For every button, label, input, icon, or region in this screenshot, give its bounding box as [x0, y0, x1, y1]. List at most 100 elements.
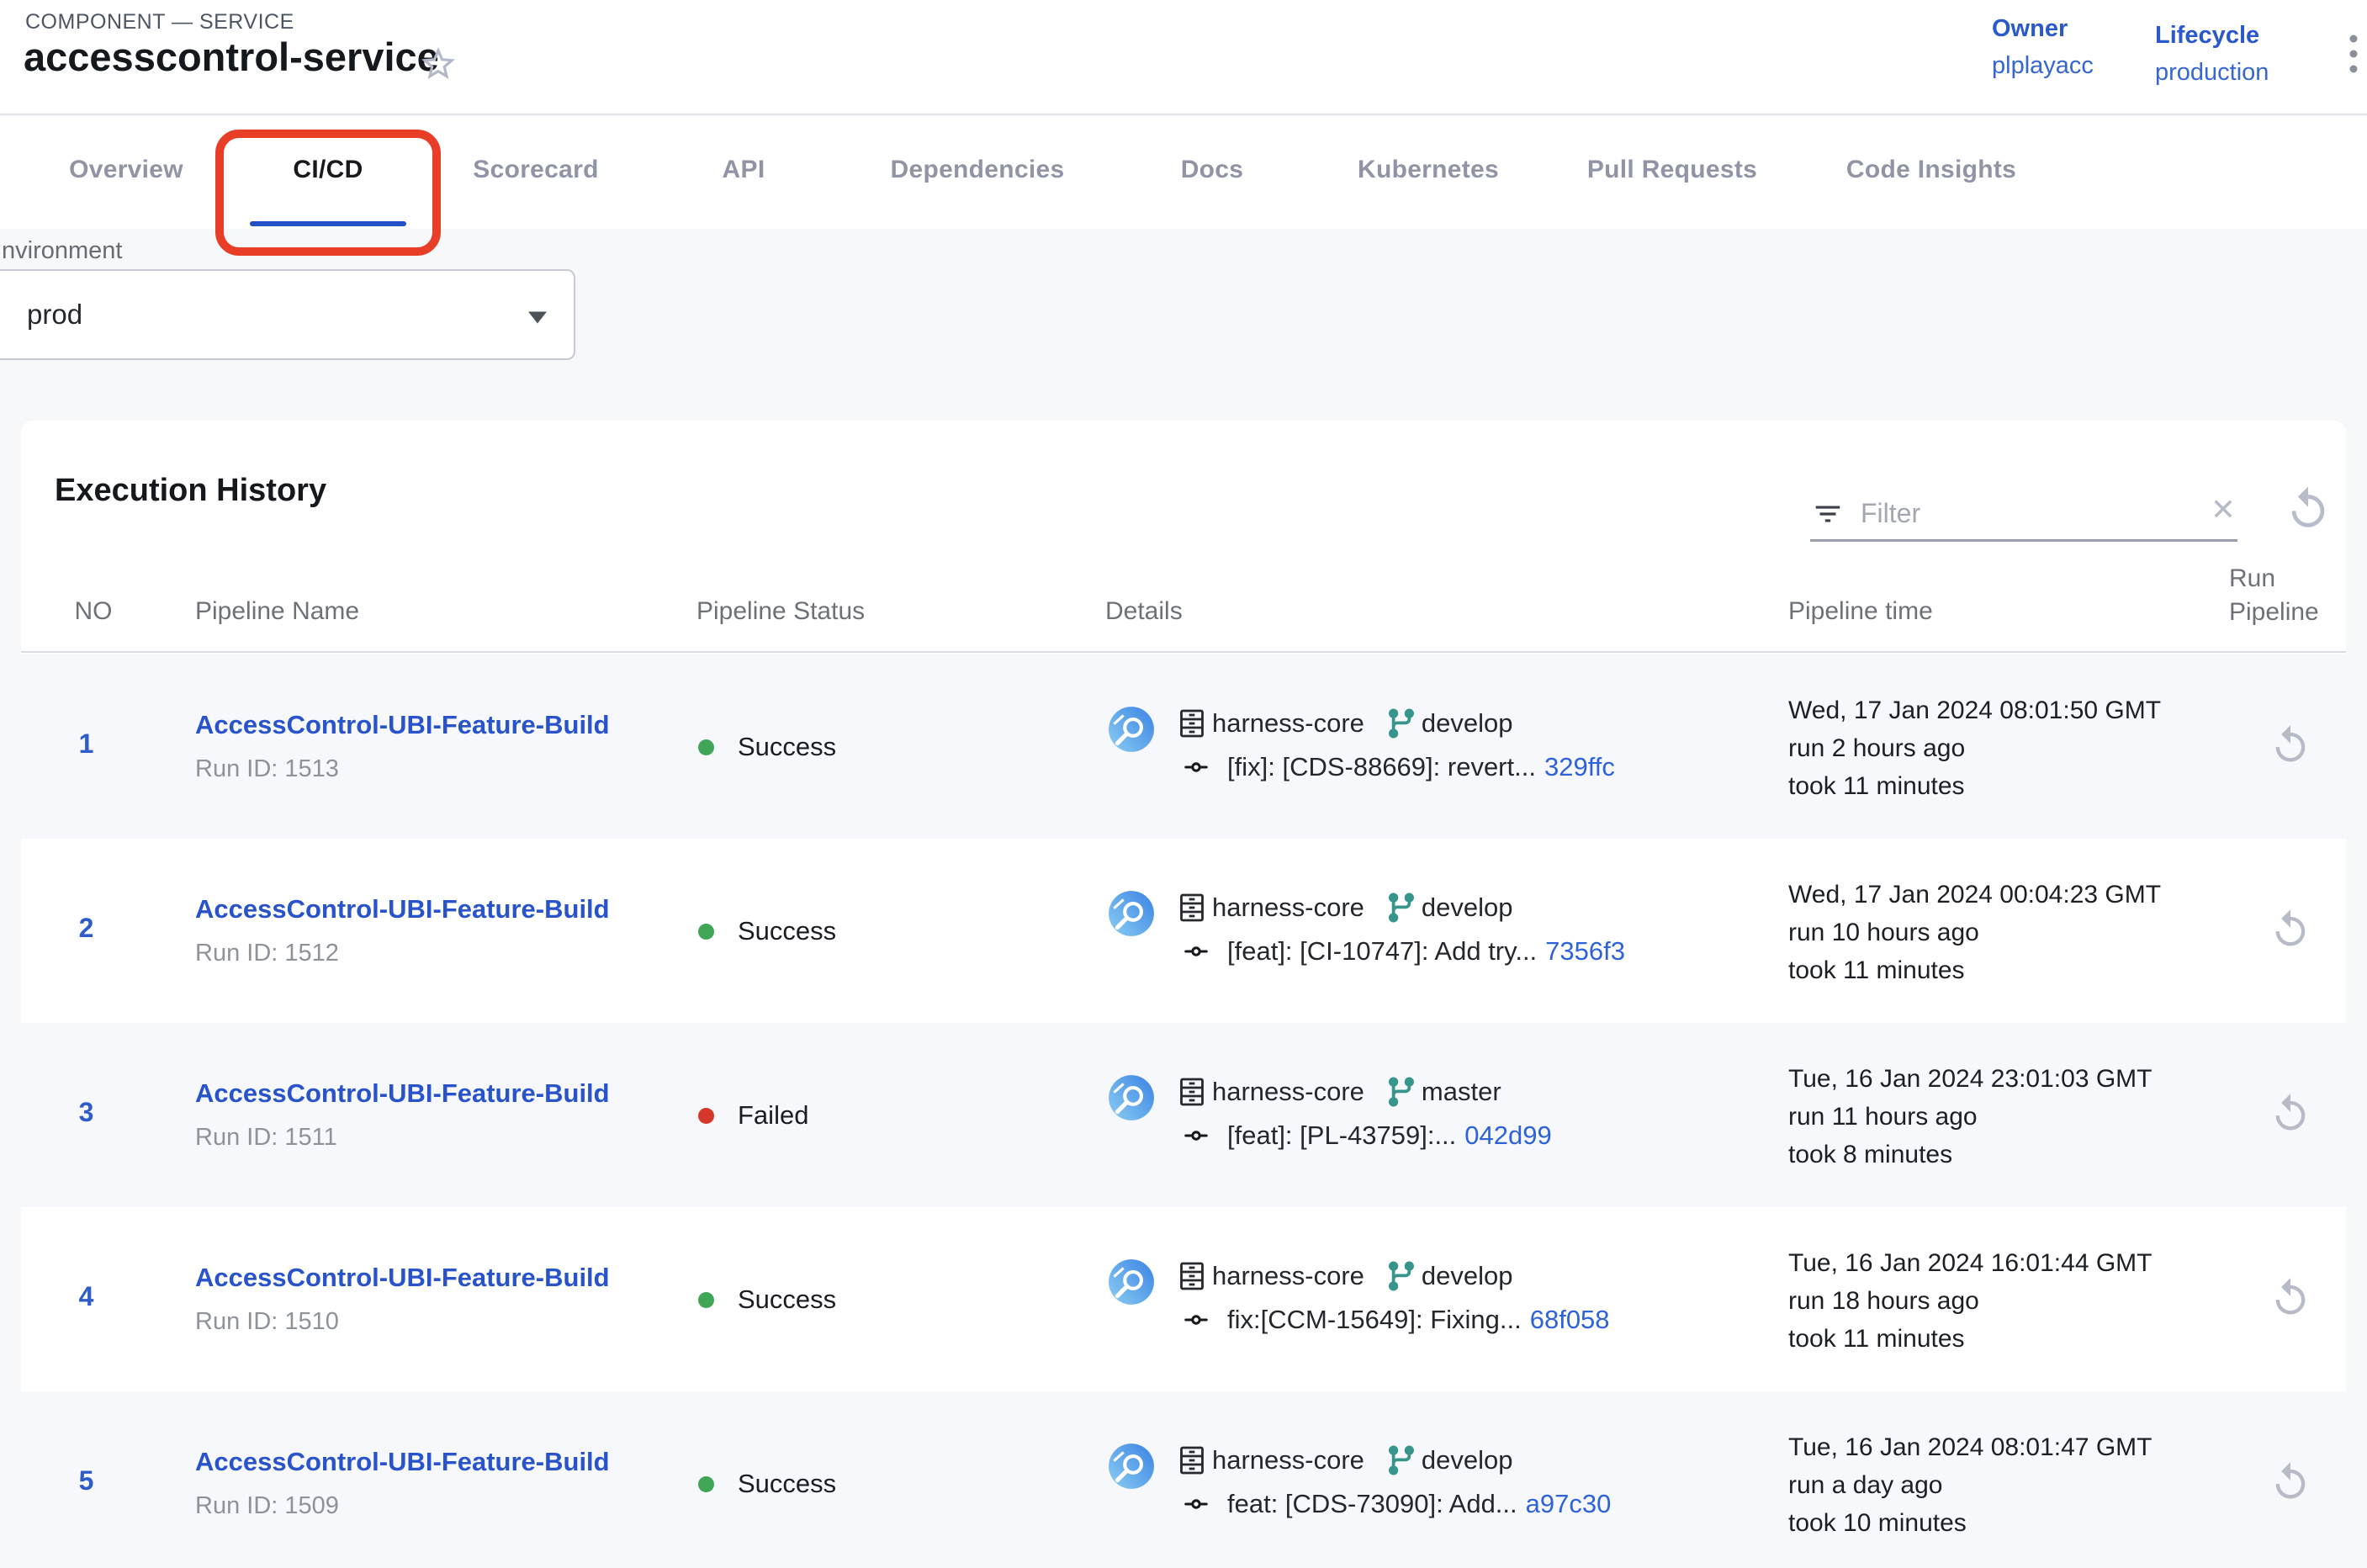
commit-hash-link[interactable]: 042d99 [1464, 1120, 1551, 1151]
pipeline-name-link[interactable]: AccessControl-UBI-Feature-Build [195, 1078, 610, 1109]
pipeline-name-link[interactable]: AccessControl-UBI-Feature-Build [195, 710, 610, 740]
column-header-name: Pipeline Name [195, 597, 359, 626]
tab-api[interactable]: API [723, 156, 765, 184]
environment-select[interactable]: prod [0, 269, 575, 360]
clear-filter-icon[interactable]: ✕ [2211, 495, 2236, 525]
column-header-status: Pipeline Status [696, 597, 865, 626]
pipeline-status: Success [698, 1285, 836, 1315]
tab-code-insights[interactable]: Code Insights [1846, 156, 2016, 184]
status-dot-icon [698, 1292, 714, 1308]
commit-hash-link[interactable]: 329ffc [1544, 752, 1615, 782]
branch-name: develop [1422, 708, 1513, 739]
pipeline-name-link[interactable]: AccessControl-UBI-Feature-Build [195, 1447, 610, 1477]
owner-value-link[interactable]: plplayacc [1992, 47, 2094, 84]
git-branch-icon [1385, 1444, 1418, 1477]
lifecycle-label: Lifecycle [2155, 17, 2269, 54]
commit-hash-link[interactable]: a97c30 [1526, 1489, 1612, 1519]
tab-scorecard[interactable]: Scorecard [473, 156, 598, 184]
pipeline-time: Tue, 16 Jan 2024 23:01:03 GMT run 11 hou… [1788, 1060, 2153, 1173]
pipeline-name-link[interactable]: AccessControl-UBI-Feature-Build [195, 1263, 610, 1293]
status-dot-icon [698, 924, 714, 940]
lifecycle-value-link[interactable]: production [2155, 54, 2269, 91]
repo-branch-line: harness-core develop [1175, 891, 1513, 924]
repo-branch-line: harness-core develop [1175, 1259, 1513, 1293]
pipeline-execution-icon [1107, 1258, 1156, 1306]
status-label: Success [738, 1469, 836, 1499]
commit-message: [fix]: [CDS-88669]: revert... [1227, 752, 1536, 782]
environment-label: nvironment [2, 237, 122, 265]
chevron-down-icon [528, 312, 547, 324]
commit-message: [feat]: [PL-43759]:... [1227, 1120, 1456, 1151]
time-line: Tue, 16 Jan 2024 08:01:47 GMT [1788, 1433, 2153, 1461]
row-number: 5 [46, 1465, 126, 1496]
run-pipeline-icon[interactable] [2269, 1092, 2312, 1136]
pipeline-status: Success [698, 732, 836, 762]
active-tab-underline [250, 221, 406, 226]
row-number: 2 [46, 913, 126, 944]
tab-kubernetes[interactable]: Kubernetes [1358, 156, 1499, 184]
pipeline-time: Tue, 16 Jan 2024 08:01:47 GMT run a day … [1788, 1428, 2153, 1542]
environment-selected-value: prod [27, 299, 82, 331]
tab-docs[interactable]: Docs [1181, 156, 1244, 184]
pipeline-execution-icon [1107, 1073, 1156, 1122]
environment-section: nvironment prod [0, 229, 2367, 421]
repo-name: harness-core [1212, 1261, 1364, 1291]
pipeline-execution-icon [1107, 705, 1156, 754]
breadcrumb-eyebrow: COMPONENT — SERVICE [25, 10, 294, 34]
status-dot-icon [698, 1476, 714, 1492]
commit-hash-link[interactable]: 7356f3 [1545, 936, 1625, 967]
repository-icon [1175, 1444, 1209, 1477]
commit-line: fix:[CCM-15649]: Fixing... 68f058 [1175, 1305, 1610, 1335]
run-pipeline-icon[interactable] [2269, 908, 2312, 951]
tab-pull-requests[interactable]: Pull Requests [1587, 156, 1757, 184]
git-commit-icon [1175, 1124, 1217, 1147]
refresh-table-icon[interactable] [2284, 485, 2333, 533]
tab-dependencies[interactable]: Dependencies [890, 156, 1064, 184]
commit-message: feat: [CDS-73090]: Add... [1227, 1489, 1517, 1519]
commit-line: [fix]: [CDS-88669]: revert... 329ffc [1175, 752, 1615, 782]
run-pipeline-icon[interactable] [2269, 1460, 2312, 1504]
column-header-details: Details [1105, 597, 1183, 626]
commit-message: [feat]: [CI-10747]: Add try... [1227, 936, 1537, 967]
status-label: Success [738, 1285, 836, 1315]
time-line: took 11 minutes [1788, 772, 1965, 800]
table-row: 3 AccessControl-UBI-Feature-Build Run ID… [21, 1023, 2346, 1207]
repo-name: harness-core [1212, 708, 1364, 739]
table-row: 2 AccessControl-UBI-Feature-Build Run ID… [21, 839, 2346, 1023]
branch-name: master [1422, 1077, 1501, 1107]
filter-input[interactable] [1861, 491, 2155, 535]
time-line: run 10 hours ago [1788, 919, 1979, 946]
favorite-star-icon[interactable] [418, 44, 458, 84]
repo-branch-line: harness-core master [1175, 1075, 1501, 1109]
repository-icon [1175, 1075, 1209, 1109]
column-header-no: NO [56, 597, 131, 626]
pipeline-status: Failed [698, 1100, 808, 1131]
status-label: Success [738, 916, 836, 946]
row-number: 1 [46, 728, 126, 760]
run-pipeline-icon[interactable] [2269, 1276, 2312, 1320]
repository-icon [1175, 707, 1209, 740]
time-line: run 11 hours ago [1788, 1103, 1978, 1131]
status-dot-icon [698, 1108, 714, 1124]
column-header-run: Run Pipeline [2229, 562, 2346, 629]
run-pipeline-icon[interactable] [2269, 723, 2312, 767]
pipeline-name-link[interactable]: AccessControl-UBI-Feature-Build [195, 894, 610, 924]
git-branch-icon [1385, 1259, 1418, 1293]
pipeline-time: Wed, 17 Jan 2024 08:01:50 GMT run 2 hour… [1788, 691, 2161, 805]
run-id: Run ID: 1510 [195, 1308, 339, 1336]
branch-name: develop [1422, 1445, 1513, 1475]
execution-history-card: Execution History ✕ NO Pipeline Name Pip… [21, 421, 2346, 1568]
git-commit-icon [1175, 755, 1217, 779]
git-commit-icon [1175, 1492, 1217, 1516]
tab-overview[interactable]: Overview [69, 156, 183, 184]
branch-name: develop [1422, 893, 1513, 923]
time-line: run a day ago [1788, 1471, 1942, 1499]
kebab-menu-icon[interactable] [2337, 29, 2367, 82]
owner-label: Owner [1992, 10, 2094, 47]
time-line: Tue, 16 Jan 2024 23:01:03 GMT [1788, 1065, 2153, 1093]
status-dot-icon [698, 739, 714, 755]
commit-hash-link[interactable]: 68f058 [1530, 1305, 1610, 1335]
column-header-time: Pipeline time [1788, 597, 1933, 626]
repo-branch-line: harness-core develop [1175, 1444, 1513, 1477]
tab-cicd[interactable]: CI/CD [293, 156, 363, 184]
